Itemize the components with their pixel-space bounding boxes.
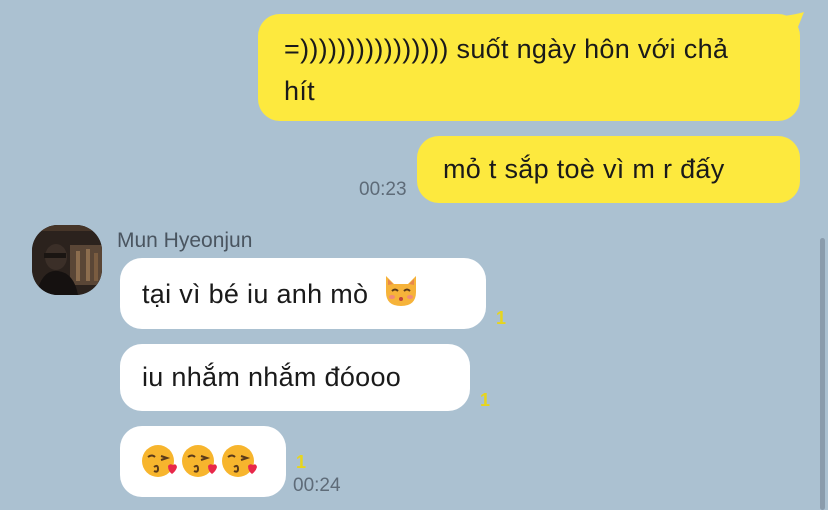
message-text-line: =)))))))))))))))) suốt ngày hôn với chả (284, 34, 729, 64)
outgoing-message-bubble[interactable]: mỏ t sắp toè vì m r đấy (417, 136, 800, 203)
message-timestamp: 00:24 (293, 475, 341, 496)
bubble-tail-icon (784, 12, 804, 32)
kissing-cat-emoji-icon (382, 272, 420, 320)
avatar[interactable] (32, 225, 102, 295)
scrollbar[interactable] (820, 238, 825, 510)
kissing-face-heart-emoji-icon (220, 442, 260, 492)
kissing-face-heart-emoji-icon (180, 442, 220, 492)
message-text: iu nhắm nhắm đóooo (142, 362, 402, 392)
avatar-photo-icon (32, 225, 102, 295)
unread-count: 1 (296, 452, 307, 472)
incoming-message-bubble[interactable]: tại vì bé iu anh mò (120, 258, 486, 329)
message-text: mỏ t sắp toè vì m r đấy (443, 154, 725, 184)
unread-count: 1 (480, 390, 491, 410)
message-text-line: hít (284, 76, 315, 106)
incoming-message-bubble[interactable]: iu nhắm nhắm đóooo (120, 344, 470, 411)
message-text: tại vì bé iu anh mò (142, 279, 369, 310)
incoming-message-bubble[interactable] (120, 426, 286, 497)
message-timestamp: 00:23 (359, 179, 407, 200)
unread-count: 1 (496, 308, 507, 328)
contact-name: Mun Hyeonjun (117, 229, 253, 252)
kissing-face-heart-emoji-icon (140, 442, 180, 492)
outgoing-message-bubble[interactable]: =)))))))))))))))) suốt ngày hôn với chả … (258, 14, 800, 121)
